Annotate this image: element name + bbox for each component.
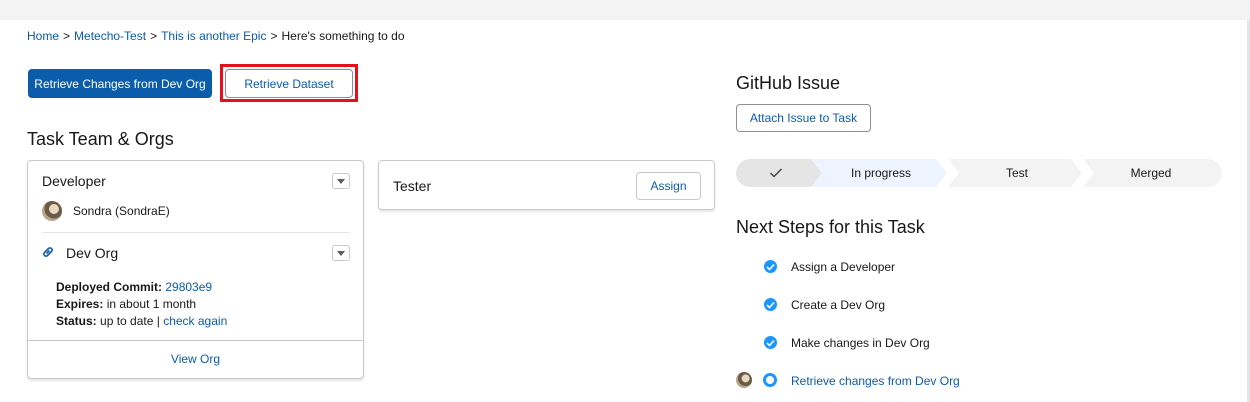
path-step-merged[interactable]: Merged [1086, 159, 1216, 187]
task-team-heading: Task Team & Orgs [27, 129, 174, 149]
next-step-item: Create a Dev Org [791, 298, 886, 312]
developer-title: Developer [42, 173, 106, 189]
avatar [42, 201, 62, 221]
tester-card: Tester Assign [378, 160, 715, 210]
path-step-complete[interactable] [736, 159, 816, 187]
breadcrumb-current: Here's something to do [281, 29, 405, 43]
breadcrumb-separator: > [150, 29, 158, 43]
breadcrumb-separator: > [63, 29, 71, 43]
next-step-item: Make changes in Dev Org [791, 336, 930, 350]
developer-user-name: Sondra (SondraE) [73, 204, 170, 218]
divider [42, 232, 350, 233]
assign-tester-button[interactable]: Assign [636, 172, 701, 200]
breadcrumb-project[interactable]: Metecho-Test [74, 29, 146, 43]
github-issue-heading: GitHub Issue [736, 73, 841, 93]
status-value: up to date | [100, 314, 160, 328]
progress-path: In progress Test Merged [736, 159, 1222, 187]
status-row: Status: up to date | check again [56, 314, 227, 328]
breadcrumb-epic[interactable]: This is another Epic [161, 29, 266, 43]
deployed-commit-row: Deployed Commit: 29803e9 [56, 280, 212, 294]
retrieve-dataset-button[interactable]: Retrieve Dataset [225, 69, 353, 98]
breadcrumb-separator: > [270, 29, 278, 43]
dev-org-title: Dev Org [66, 245, 119, 261]
dev-org-menu-button[interactable] [332, 245, 350, 261]
link-icon [43, 247, 53, 257]
expires-row: Expires: in about 1 month [56, 297, 196, 311]
path-step-in-progress[interactable]: In progress [816, 159, 946, 187]
avatar [736, 372, 752, 388]
commit-label: Deployed Commit: [56, 280, 163, 294]
view-org-link[interactable]: View Org [28, 352, 363, 366]
next-steps-heading: Next Steps for this Task [736, 217, 925, 237]
attach-issue-button[interactable]: Attach Issue to Task [736, 104, 871, 132]
check-circle-icon [764, 336, 777, 349]
next-step-active-link[interactable]: Retrieve changes from Dev Org [791, 374, 960, 388]
developer-card: Developer Sondra (SondraE) Dev Org Deplo… [27, 160, 364, 379]
status-label: Status: [56, 314, 97, 328]
next-step-item: Assign a Developer [791, 260, 896, 274]
tester-title: Tester [393, 178, 432, 194]
chevron-down-icon [337, 178, 345, 184]
developer-menu-button[interactable] [332, 173, 350, 189]
card-footer-divider [28, 340, 363, 341]
check-icon [769, 168, 783, 178]
expires-label: Expires: [56, 297, 104, 311]
path-step-test[interactable]: Test [952, 159, 1082, 187]
check-circle-icon [764, 298, 777, 311]
breadcrumb-home[interactable]: Home [27, 29, 59, 43]
expires-value: in about 1 month [106, 297, 197, 311]
commit-link[interactable]: 29803e9 [165, 280, 212, 294]
breadcrumb: Home > Metecho-Test > This is another Epic > H… [27, 29, 405, 43]
retrieve-changes-button[interactable]: Retrieve Changes from Dev Org [28, 69, 212, 98]
check-again-link[interactable]: check again [163, 314, 227, 328]
chevron-down-icon [337, 250, 345, 256]
active-step-icon [763, 373, 777, 387]
check-circle-icon [764, 260, 777, 273]
top-bar [0, 0, 1250, 20]
